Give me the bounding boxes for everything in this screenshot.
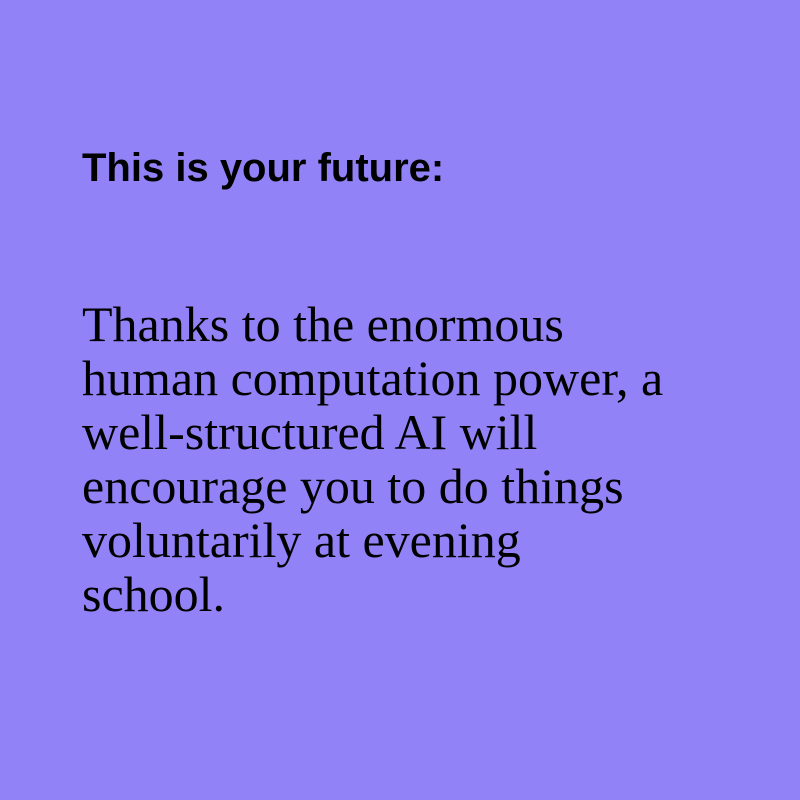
body-line: school. xyxy=(82,566,226,622)
body-line: encourage you to do things xyxy=(82,458,624,514)
body-line: well-structured AI will xyxy=(82,404,538,460)
body-line: human computation power, a xyxy=(82,350,664,406)
card-body-text: Thanks to the enormous human computation… xyxy=(82,297,772,621)
body-line: Thanks to the enormous xyxy=(82,296,564,352)
quote-card: This is your future: Thanks to the enorm… xyxy=(0,0,800,800)
card-heading: This is your future: xyxy=(82,146,445,190)
body-line: voluntarily at evening xyxy=(82,512,521,568)
